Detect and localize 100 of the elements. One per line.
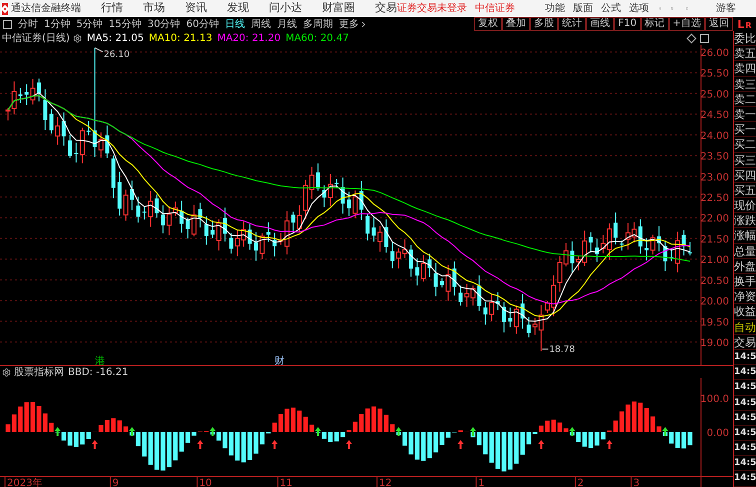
price-axis-label: 23.50 — [700, 152, 729, 163]
menu-item[interactable]: 市场 — [143, 0, 165, 17]
user-name[interactable]: 游客 — [716, 1, 736, 16]
up-arrow-icon — [606, 440, 612, 449]
quote-field-label: 外盘 — [734, 258, 756, 274]
price-axis-label: 21.50 — [700, 234, 729, 246]
login-status[interactable]: 证券交易未登录 — [397, 1, 468, 16]
period-tab[interactable]: 月线 — [276, 16, 297, 32]
tool-button[interactable]: 复权 — [474, 17, 502, 31]
moving-average-reading: MA20: 21.20 — [217, 32, 281, 46]
period-tab[interactable]: 周线 — [250, 16, 271, 32]
tool-button[interactable]: F10 — [614, 17, 641, 31]
menu-action[interactable]: 公式 — [601, 1, 622, 16]
menu-item[interactable]: 财富圈 — [322, 0, 355, 17]
price-axis-label: 20.00 — [700, 296, 729, 308]
quote-field-label: 涨跌 — [734, 213, 756, 228]
date-label: 3 — [633, 478, 640, 487]
price-axis-label: 19.00 — [700, 338, 729, 349]
period-tab[interactable]: 多周期 — [302, 16, 333, 32]
moving-average-reading: MA10: 21.13 — [148, 32, 212, 46]
trade-time: 14:5 — [734, 350, 756, 366]
quote-field-label: 总量 — [734, 244, 756, 259]
trade-time: 14:5 — [734, 456, 756, 472]
quote-field-label: 卖四 — [734, 61, 756, 77]
quote-field-label: 买四 — [734, 168, 756, 183]
tool-button[interactable]: 返回 — [705, 17, 733, 31]
menu-item[interactable]: 发现 — [227, 0, 249, 17]
period-tab[interactable]: 1分钟 — [44, 16, 70, 32]
price-axis-label: 22.00 — [700, 214, 729, 225]
moving-average-reading: MA60: 20.47 — [286, 32, 349, 46]
menu-item[interactable]: 问小达 — [269, 0, 302, 17]
quote-field-label: 买二 — [734, 137, 756, 152]
period-tab[interactable]: 60分钟 — [186, 16, 219, 32]
date-label: 2 — [577, 478, 584, 487]
high-price-label: 26.10 — [104, 50, 130, 60]
trade-time: 14:5 — [734, 426, 756, 442]
up-arrow-icon — [569, 427, 576, 436]
period-tab[interactable]: 5分钟 — [76, 16, 103, 32]
quote-field-label: 卖一 — [734, 106, 756, 122]
up-arrow-icon — [346, 440, 352, 449]
quote-field-label: 卖二 — [734, 92, 756, 107]
date-label: 12 — [379, 478, 392, 487]
tool-button[interactable]: 多股 — [530, 17, 558, 31]
leader-line — [94, 47, 104, 52]
price-axis-label: 20.50 — [700, 276, 729, 287]
toggle-right[interactable]: R — [745, 22, 752, 30]
tool-button[interactable]: 标记 — [640, 17, 669, 31]
toggle-left[interactable]: L — [737, 18, 744, 30]
menu-action[interactable]: 选项 — [629, 1, 650, 16]
tool-button[interactable]: 统计 — [558, 17, 586, 31]
up-arrow-icon — [396, 427, 402, 436]
date-label: 1 — [478, 478, 485, 487]
price-axis-label: 25.50 — [700, 68, 729, 80]
trade-time: 14:5 — [734, 380, 756, 396]
quote-field-label: 交易 — [734, 334, 756, 350]
event-mark[interactable]: 港 — [94, 356, 105, 366]
indicator-axis-label: 100.0 — [700, 394, 729, 405]
price-axis-label: 21.00 — [700, 255, 729, 266]
moving-average-reading: MA5: 21.05 — [86, 32, 144, 46]
up-arrow-icon — [538, 440, 544, 449]
quote-field-label: 现价 — [734, 198, 756, 214]
tool-button[interactable]: 叠加 — [502, 17, 530, 31]
period-tab[interactable]: 分时 — [18, 16, 38, 32]
price-axis-label: 25.00 — [700, 89, 729, 100]
date-label: 10 — [199, 478, 212, 487]
broker-name[interactable]: 中信证券 — [475, 1, 516, 16]
quote-field-label[interactable]: 自动 — [734, 320, 756, 335]
period-tab[interactable]: 15分钟 — [108, 16, 142, 32]
quote-field-label: 买一 — [734, 122, 756, 138]
tool-button[interactable]: 画线 — [586, 17, 614, 31]
menu-action[interactable]: 版面 — [573, 1, 594, 16]
quote-field-label: 换手 — [734, 274, 756, 290]
trade-time: 14:5 — [734, 441, 756, 456]
indicator-reading: BBD: -16.21 — [68, 366, 128, 380]
menu-action[interactable]: 功能 — [545, 1, 566, 16]
period-tab[interactable]: 30分钟 — [147, 16, 180, 32]
period-tab[interactable]: 日线 — [224, 16, 245, 32]
menu-item[interactable]: 交易 — [375, 0, 397, 17]
up-arrow-icon — [54, 427, 61, 436]
panel-icon[interactable] — [3, 20, 12, 28]
up-arrow-icon — [92, 440, 98, 449]
menu-item[interactable]: 资讯 — [185, 0, 207, 17]
price-axis-label: 26.00 — [700, 48, 729, 59]
quote-field-label: 买五 — [734, 182, 756, 198]
up-arrow-icon — [272, 440, 278, 449]
price-axis-label: 24.00 — [700, 130, 729, 142]
tool-button[interactable]: +自选 — [668, 17, 705, 31]
settings-icon[interactable] — [2, 368, 11, 376]
price-axis-label: 24.50 — [700, 110, 729, 122]
menu-item[interactable]: 行情 — [101, 0, 123, 17]
window-icon[interactable] — [700, 34, 709, 42]
up-arrow-icon — [315, 427, 321, 436]
quote-field-label: 净资 — [734, 289, 756, 304]
quote-field-label: 卖五 — [734, 46, 756, 62]
event-mark[interactable]: 财 — [274, 356, 285, 366]
low-price-label: 18.78 — [549, 345, 575, 353]
period-tab[interactable]: 更多 — [338, 16, 368, 32]
price-axis-label: 19.50 — [700, 317, 729, 328]
indicator-name: 股票指标网 — [14, 366, 64, 380]
settings-icon[interactable] — [72, 34, 82, 42]
